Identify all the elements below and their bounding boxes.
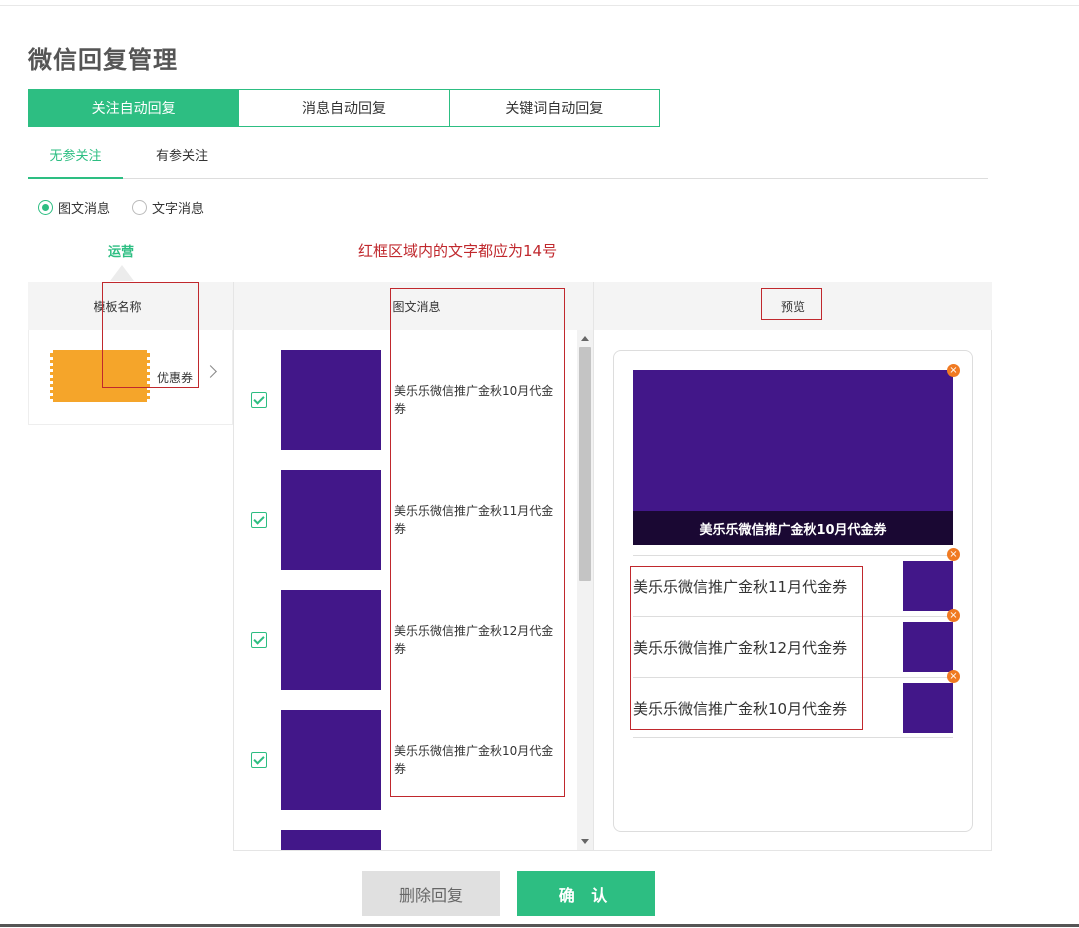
radio-circle[interactable] <box>38 200 53 215</box>
coupon-icon <box>50 350 150 402</box>
radio-news-message[interactable]: 图文消息 <box>38 198 110 217</box>
scroll-up-icon[interactable] <box>581 336 589 341</box>
reply-type-tabs: 关注自动回复 消息自动回复 关键词自动回复 <box>28 89 660 127</box>
preview-hero-article: 美乐乐微信推广金秋10月代金券 <box>633 370 953 545</box>
template-label: 优惠券 <box>157 371 194 385</box>
list-item[interactable] <box>234 830 574 850</box>
item-thumbnail <box>281 470 381 570</box>
subtab-param-follow[interactable]: 有参关注 <box>156 142 208 179</box>
radio-circle[interactable] <box>132 200 148 215</box>
preview-article-title: 美乐乐微信推广金秋10月代金券 <box>633 700 848 718</box>
item-checkbox[interactable] <box>251 752 267 768</box>
remove-icon[interactable]: × <box>947 670 960 683</box>
tab-follow-auto-reply[interactable]: 关注自动回复 <box>29 90 240 126</box>
preview-article-thumbnail <box>903 561 953 611</box>
header-preview: 预览 <box>593 282 992 330</box>
message-type-radios: 图文消息 文字消息 <box>38 198 226 217</box>
list-item[interactable]: 美乐乐微信推广金秋10月代金券 <box>234 710 574 810</box>
page-title: 微信回复管理 <box>28 46 178 74</box>
preview-article-thumbnail <box>903 683 953 733</box>
item-checkbox[interactable] <box>251 392 267 408</box>
radio-label: 图文消息 <box>58 202 111 217</box>
item-title: 美乐乐微信推广金秋10月代金券 <box>394 744 554 776</box>
preview-article-row: 美乐乐微信推广金秋12月代金券 <box>633 616 953 677</box>
radio-label: 文字消息 <box>152 202 205 217</box>
item-thumbnail <box>281 830 381 850</box>
header-news-message: 图文消息 <box>233 282 593 330</box>
ops-pointer-arrow <box>110 265 134 281</box>
bottom-edge <box>0 924 1079 927</box>
remove-icon[interactable]: × <box>947 364 960 377</box>
radio-text-message[interactable]: 文字消息 <box>132 198 204 217</box>
preview-article-title: 美乐乐微信推广金秋11月代金券 <box>633 578 848 596</box>
preview-article-row: 美乐乐微信推广金秋10月代金券 <box>633 677 953 738</box>
scroll-down-icon[interactable] <box>581 839 589 844</box>
subtab-no-param-follow[interactable]: 无参关注 <box>28 142 123 179</box>
remove-icon[interactable]: × <box>947 609 960 622</box>
preview-column: 美乐乐微信推广金秋10月代金券 × 美乐乐微信推广金秋11月代金券 × 美乐乐微… <box>593 330 992 851</box>
design-annotation-note: 红框区域内的文字都应为14号 <box>358 242 558 260</box>
list-item[interactable]: 美乐乐微信推广金秋10月代金券 <box>234 350 574 450</box>
preview-article-thumbnail <box>903 622 953 672</box>
top-divider <box>0 5 1079 6</box>
item-thumbnail <box>281 710 381 810</box>
delete-reply-button[interactable]: 删除回复 <box>362 871 500 916</box>
item-thumbnail <box>281 350 381 450</box>
reply-editor-panel: 模板名称 图文消息 预览 优惠券 美乐乐微信推广金秋10月代金券 美乐乐微信推广… <box>28 282 992 851</box>
tab-keyword-auto-reply[interactable]: 关键词自动回复 <box>449 90 659 126</box>
phone-preview: 美乐乐微信推广金秋10月代金券 × 美乐乐微信推广金秋11月代金券 × 美乐乐微… <box>613 350 973 832</box>
news-list-scrollbar[interactable] <box>577 330 593 850</box>
item-checkbox[interactable] <box>251 632 267 648</box>
item-title: 美乐乐微信推广金秋10月代金券 <box>394 384 554 416</box>
remove-icon[interactable]: × <box>947 548 960 561</box>
template-row[interactable]: 优惠券 <box>28 330 233 425</box>
item-checkbox[interactable] <box>251 512 267 528</box>
ops-category-label[interactable]: 运营 <box>108 241 134 260</box>
preview-article-title: 美乐乐微信推广金秋12月代金券 <box>633 639 848 657</box>
item-title: 美乐乐微信推广金秋11月代金券 <box>394 504 554 536</box>
header-template-name: 模板名称 <box>28 282 233 330</box>
follow-subtabs: 无参关注 有参关注 <box>28 142 988 179</box>
list-item[interactable]: 美乐乐微信推广金秋12月代金券 <box>234 590 574 690</box>
list-item[interactable]: 美乐乐微信推广金秋11月代金券 <box>234 470 574 570</box>
scrollbar-thumb[interactable] <box>579 347 591 581</box>
preview-hero-title: 美乐乐微信推广金秋10月代金券 <box>633 511 953 545</box>
chevron-right-icon[interactable] <box>204 365 217 378</box>
item-title: 美乐乐微信推广金秋12月代金券 <box>394 624 554 656</box>
item-thumbnail <box>281 590 381 690</box>
news-list: 美乐乐微信推广金秋10月代金券 美乐乐微信推广金秋11月代金券 美乐乐微信推广金… <box>233 330 593 851</box>
confirm-button[interactable]: 确 认 <box>517 871 655 916</box>
tab-message-auto-reply[interactable]: 消息自动回复 <box>239 90 450 126</box>
preview-article-row: 美乐乐微信推广金秋11月代金券 <box>633 555 953 616</box>
